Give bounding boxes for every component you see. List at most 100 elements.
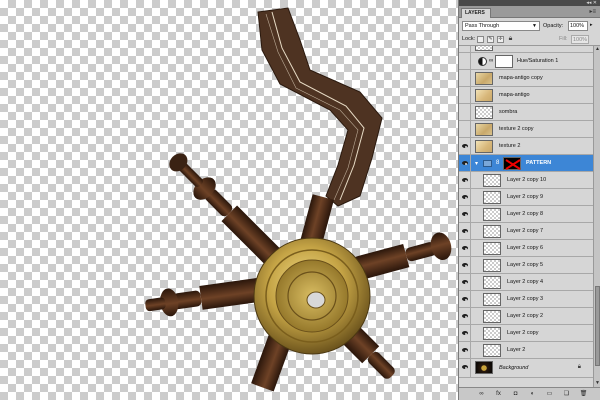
layer-thumbnail[interactable] xyxy=(483,259,501,272)
layer-thumbnail[interactable] xyxy=(475,89,493,102)
adjustment-icon[interactable]: ◐ xyxy=(528,390,537,399)
layer-row[interactable]: sombra xyxy=(459,104,593,121)
layer-row[interactable]: Layer 2 copy 9 xyxy=(459,189,593,206)
layer-row[interactable]: Layer 2 copy xyxy=(459,325,593,342)
layer-thumbnail[interactable] xyxy=(483,208,501,221)
visibility-toggle[interactable] xyxy=(459,121,471,137)
document-canvas[interactable] xyxy=(0,0,458,400)
canvas-artwork xyxy=(145,7,452,392)
fill-field[interactable]: 100% xyxy=(571,35,589,44)
lock-image-icon[interactable]: ✎ xyxy=(487,36,494,43)
visibility-toggle[interactable] xyxy=(459,325,471,341)
layer-thumbnail[interactable] xyxy=(475,106,493,119)
visibility-toggle[interactable] xyxy=(459,172,471,188)
visibility-toggle[interactable] xyxy=(459,53,471,69)
tab-layers[interactable]: LAYERS xyxy=(461,8,491,18)
layer-thumbnail[interactable] xyxy=(475,46,493,51)
layer-thumbnail[interactable] xyxy=(483,191,501,204)
visibility-toggle[interactable] xyxy=(459,189,471,205)
visibility-toggle[interactable] xyxy=(459,223,471,239)
layer-thumbnail[interactable] xyxy=(475,72,493,85)
layer-thumbnail[interactable] xyxy=(483,310,501,323)
layer-row[interactable]: Layer 1 xyxy=(459,46,593,53)
layer-row[interactable]: texture 2 copy xyxy=(459,121,593,138)
link-icon[interactable]: 8 xyxy=(496,160,499,166)
layer-row[interactable]: mapa-antigo copy xyxy=(459,70,593,87)
layer-name: Layer 2 copy 6 xyxy=(507,245,544,251)
fx-icon[interactable]: fx xyxy=(494,390,503,399)
layer-thumbnail[interactable] xyxy=(483,225,501,238)
scroll-thumb[interactable] xyxy=(595,286,600,366)
lock-transparent-icon[interactable] xyxy=(477,36,484,43)
ship-wheel xyxy=(145,153,452,392)
layer-row[interactable]: Layer 2 copy 3 xyxy=(459,291,593,308)
layer-thumbnail[interactable] xyxy=(483,344,501,357)
layer-name: texture 2 xyxy=(499,143,521,149)
blend-mode-select[interactable]: Pass Through ▼ xyxy=(462,21,540,31)
blend-options-row: Pass Through ▼ Opacity: 100% ▸ xyxy=(459,18,600,33)
visibility-toggle[interactable] xyxy=(459,342,471,358)
layer-thumbnail[interactable] xyxy=(483,293,501,306)
layer-row[interactable]: Background 🔒︎ xyxy=(459,359,593,378)
layer-row[interactable]: Layer 2 copy 5 xyxy=(459,257,593,274)
adjustment-layer-icon xyxy=(478,57,487,66)
layer-row[interactable]: Layer 2 copy 7 xyxy=(459,223,593,240)
visibility-toggle[interactable] xyxy=(459,240,471,256)
trash-icon[interactable]: 🗑︎ xyxy=(579,390,588,399)
layer-thumbnail[interactable] xyxy=(483,174,501,187)
layer-thumbnail[interactable] xyxy=(483,276,501,289)
group-mask-thumbnail[interactable] xyxy=(503,157,521,170)
new-group-icon[interactable]: ▭ xyxy=(545,390,554,399)
layer-thumbnail[interactable] xyxy=(475,140,493,153)
layer-row[interactable]: Layer 2 copy 6 xyxy=(459,240,593,257)
lock-all-icon[interactable]: 🔒︎ xyxy=(507,35,514,43)
visibility-toggle[interactable] xyxy=(459,70,471,86)
visibility-toggle[interactable] xyxy=(459,206,471,222)
link-layers-icon[interactable]: ∞ xyxy=(477,390,486,399)
eye-icon xyxy=(462,331,468,335)
link-icon[interactable]: ∞ xyxy=(489,58,493,64)
visibility-toggle[interactable] xyxy=(459,138,471,154)
layer-row[interactable]: ▾ 8 PATTERN xyxy=(459,155,593,172)
layer-thumbnail[interactable] xyxy=(475,361,493,374)
layer-row[interactable]: Layer 2 copy 10 xyxy=(459,172,593,189)
layer-row[interactable]: Layer 2 copy 8 xyxy=(459,206,593,223)
visibility-toggle[interactable] xyxy=(459,155,471,171)
visibility-toggle[interactable] xyxy=(459,359,471,377)
layer-row[interactable]: ∞ Hue/Saturation 1 xyxy=(459,53,593,70)
layer-row[interactable]: mapa-antigo xyxy=(459,87,593,104)
layer-row[interactable]: Layer 2 xyxy=(459,342,593,359)
layer-mask-thumbnail[interactable] xyxy=(495,55,513,68)
layer-row[interactable]: Layer 2 copy 2 xyxy=(459,308,593,325)
layer-name: mapa-antigo copy xyxy=(499,75,543,81)
folder-icon xyxy=(483,160,492,167)
layer-row[interactable]: Layer 2 copy 4 xyxy=(459,274,593,291)
eye-icon xyxy=(462,314,468,318)
opacity-slider-arrow-icon[interactable]: ▸ xyxy=(590,22,593,28)
layer-row[interactable]: texture 2 xyxy=(459,138,593,155)
panel-footer: ∞ fx ◘ ◐ ▭ ❏ 🗑︎ xyxy=(459,387,600,400)
visibility-toggle[interactable] xyxy=(459,274,471,290)
layer-list-scrollbar[interactable]: ▲ ▼ xyxy=(593,46,600,387)
layer-name: Layer 2 xyxy=(507,347,526,353)
visibility-toggle[interactable] xyxy=(459,257,471,273)
panel-menu-icon[interactable]: ▸≡ xyxy=(589,8,596,16)
visibility-toggle[interactable] xyxy=(459,104,471,120)
layer-name: sombra xyxy=(499,109,518,115)
visibility-toggle[interactable] xyxy=(459,291,471,307)
new-layer-icon[interactable]: ❏ xyxy=(562,390,571,399)
scroll-up-icon[interactable]: ▲ xyxy=(594,46,600,53)
visibility-toggle[interactable] xyxy=(459,87,471,103)
scroll-down-icon[interactable]: ▼ xyxy=(594,380,600,387)
expand-group-icon[interactable]: ▾ xyxy=(475,160,478,167)
layer-thumbnail[interactable] xyxy=(483,242,501,255)
layer-thumbnail[interactable] xyxy=(483,327,501,340)
layer-name: Background xyxy=(499,365,529,371)
visibility-toggle[interactable] xyxy=(459,46,471,52)
layer-list[interactable]: Layer 1 ∞ Hue/Saturation 1 mapa-antigo copy… xyxy=(459,46,593,387)
layer-thumbnail[interactable] xyxy=(475,123,493,136)
lock-position-icon[interactable]: ✛ xyxy=(497,36,504,43)
add-mask-icon[interactable]: ◘ xyxy=(511,390,520,399)
visibility-toggle[interactable] xyxy=(459,308,471,324)
opacity-field[interactable]: 100% xyxy=(568,21,588,31)
